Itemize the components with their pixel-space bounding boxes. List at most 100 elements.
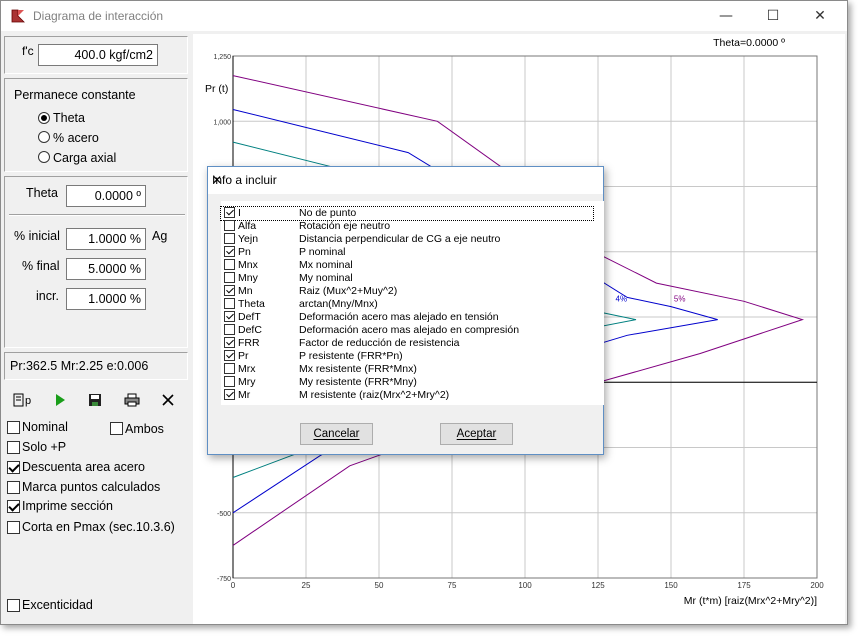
checklist-key: Alfa	[238, 220, 257, 232]
incr-input[interactable]: 1.0000 %	[66, 288, 146, 310]
checklist-checkbox[interactable]	[224, 233, 235, 244]
excenticidad-checkbox[interactable]	[7, 599, 20, 612]
checklist-desc: Mx nominal	[299, 259, 353, 271]
checklist-desc: Distancia perpendicular de CG a eje neut…	[299, 233, 501, 245]
checklist-item[interactable]: Mny My nominal	[221, 272, 593, 285]
checklist-checkbox[interactable]	[224, 324, 235, 335]
close-button[interactable]: ✕	[797, 1, 843, 31]
save-icon	[89, 394, 101, 407]
theta-input[interactable]: 0.0000 º	[66, 185, 146, 207]
x-tick-label: 50	[375, 581, 384, 590]
checklist-item[interactable]: Pn P nominal	[221, 246, 593, 259]
checklist-desc: My resistente (FRR*Mny)	[299, 376, 417, 388]
checklist-checkbox[interactable]	[224, 220, 235, 231]
radio-acero-label: % acero	[53, 131, 99, 145]
checklist-key: Mry	[238, 376, 256, 388]
divider	[9, 214, 185, 216]
info-dialog: Info a incluir ✕ I No de punto Alfa Rotació…	[207, 166, 604, 455]
checklist-item[interactable]: Mnx Mx nominal	[221, 259, 593, 272]
app-icon	[11, 9, 25, 23]
checklist-desc: P resistente (FRR*Pn)	[299, 350, 403, 362]
excenticidad-label: Excenticidad	[22, 598, 93, 612]
checklist-checkbox[interactable]	[224, 246, 235, 257]
checklist-checkbox[interactable]	[224, 259, 235, 270]
title-bar: Diagrama de interacción — ☐ ✕	[1, 1, 847, 31]
window-title: Diagrama de interacción	[33, 9, 164, 23]
annotation-4pct: 4%	[616, 294, 628, 303]
close-icon	[162, 394, 174, 406]
minimize-button[interactable]: —	[703, 1, 749, 31]
imprime-seccion-checkbox[interactable]	[7, 500, 20, 513]
checklist-checkbox[interactable]	[224, 376, 235, 387]
checklist-key: Mny	[238, 272, 258, 284]
corta-pmax-checkbox[interactable]	[7, 521, 20, 534]
checklist-item[interactable]: Mry My resistente (FRR*Mny)	[221, 376, 593, 389]
checklist-item[interactable]: Yejn Distancia perpendicular de CG a eje …	[221, 233, 593, 246]
checklist-checkbox[interactable]	[224, 311, 235, 322]
section-icon	[13, 393, 24, 407]
checklist-checkbox[interactable]	[224, 207, 235, 218]
cancel-button[interactable]: Cancelar	[300, 423, 373, 445]
checklist-item[interactable]: Mn Raiz (Mux^2+Muy^2)	[221, 285, 593, 298]
play-icon	[56, 394, 65, 407]
checklist-item[interactable]: Pr P resistente (FRR*Pn)	[221, 350, 593, 363]
checklist-item[interactable]: FRR Factor de reducción de resistencia	[221, 337, 593, 350]
imprime-seccion-label: Imprime sección	[22, 499, 113, 513]
accept-button[interactable]: Aceptar	[440, 423, 513, 445]
maximize-button[interactable]: ☐	[750, 1, 796, 31]
checklist-item[interactable]: Alfa Rotación eje neutro	[221, 220, 593, 233]
dialog-close-button[interactable]: ✕	[212, 173, 595, 187]
info-checklist[interactable]: I No de punto Alfa Rotación eje neutro Yejn D…	[220, 201, 604, 405]
nominal-label: Nominal	[22, 420, 68, 434]
save-button[interactable]	[84, 389, 106, 409]
radio-acero[interactable]	[38, 131, 50, 143]
ambos-label: Ambos	[125, 422, 164, 436]
solo-p-checkbox[interactable]	[7, 441, 20, 454]
fc-input[interactable]: 400.0 kgf/cm2	[38, 44, 158, 66]
print-button[interactable]	[121, 389, 143, 409]
status-box: Pr:362.5 Mr:2.25 e:0.006	[4, 352, 188, 380]
pfinal-input[interactable]: 5.0000 %	[66, 258, 146, 280]
annotation-5pct: 5%	[674, 294, 686, 303]
checklist-checkbox[interactable]	[224, 298, 235, 309]
checklist-item[interactable]: Mr M resistente (raiz(Mrx^2+Mry^2)	[221, 389, 593, 402]
checklist-checkbox[interactable]	[224, 389, 235, 400]
checklist-desc: No de punto	[299, 207, 357, 219]
run-button[interactable]	[49, 389, 71, 409]
radio-carga-axial[interactable]	[38, 151, 50, 163]
y-axis-label: Pr (t)	[205, 83, 228, 95]
checklist-item[interactable]: Theta arctan(Mny/Mnx)	[221, 298, 593, 311]
radio-theta[interactable]	[38, 112, 50, 124]
printer-icon	[124, 393, 140, 407]
ambos-checkbox[interactable]	[110, 422, 123, 435]
left-panel: f'c 400.0 kgf/cm2 Permanece constante Th…	[4, 34, 191, 624]
section-properties-button[interactable]: p	[10, 389, 34, 409]
checklist-key: DefT	[238, 311, 261, 323]
nominal-checkbox[interactable]	[7, 421, 20, 434]
x-tick-label: 75	[448, 581, 457, 590]
chart-title: Theta=0.0000 º	[713, 37, 785, 49]
close-panel-button[interactable]	[157, 389, 179, 409]
checklist-checkbox[interactable]	[224, 337, 235, 348]
checklist-item[interactable]: DefC Deformación acero mas alejado en com…	[221, 324, 593, 337]
checklist-checkbox[interactable]	[224, 350, 235, 361]
checklist-checkbox[interactable]	[224, 272, 235, 283]
pinicial-input[interactable]: 1.0000 %	[66, 228, 146, 250]
checklist-desc: Deformación acero mas alejado en compres…	[299, 324, 520, 336]
marca-puntos-checkbox[interactable]	[7, 481, 20, 494]
checklist-item[interactable]: DefT Deformación acero mas alejado en ten…	[221, 311, 593, 324]
radio-carga-label: Carga axial	[53, 151, 117, 165]
descuenta-checkbox[interactable]	[7, 461, 20, 474]
status-text: Pr:362.5 Mr:2.25 e:0.006	[10, 359, 149, 373]
checklist-item[interactable]: I No de punto	[220, 206, 594, 221]
checklist-checkbox[interactable]	[224, 285, 235, 296]
checklist-key: Mr	[238, 389, 251, 401]
checklist-key: Yejn	[238, 233, 259, 245]
checklist-key: Mn	[238, 285, 253, 297]
checklist-key: Mrx	[238, 363, 256, 375]
checklist-desc: M resistente (raiz(Mrx^2+Mry^2)	[299, 389, 450, 401]
checklist-checkbox[interactable]	[224, 363, 235, 374]
pfinal-label: % final	[22, 259, 60, 273]
checklist-item[interactable]: Mrx Mx resistente (FRR*Mnx)	[221, 363, 593, 376]
ag-label: Ag	[152, 229, 168, 243]
